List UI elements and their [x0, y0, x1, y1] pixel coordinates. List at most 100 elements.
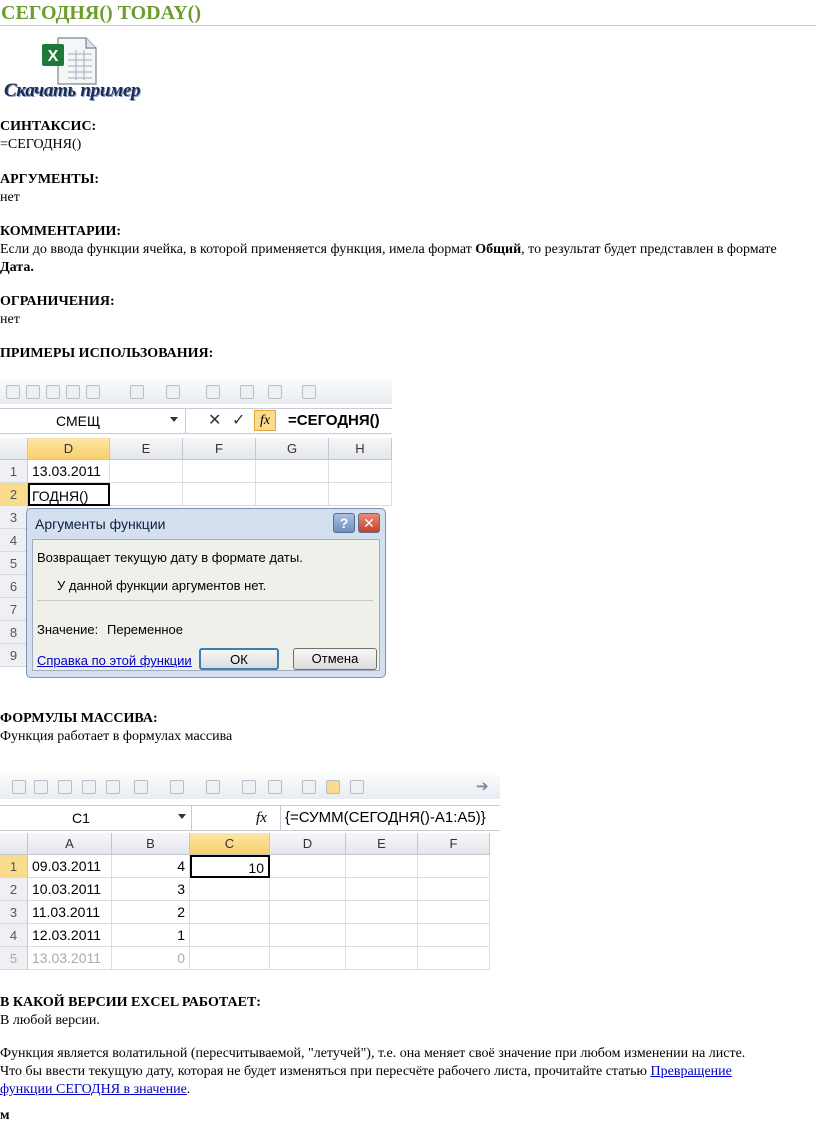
row-header[interactable]: 2 [0, 483, 28, 506]
cell-c1-active[interactable]: 10 [190, 855, 270, 878]
row-header[interactable]: 8 [0, 621, 28, 644]
format-icon[interactable] [268, 780, 282, 794]
cell[interactable] [418, 855, 490, 878]
cell-a[interactable]: 09.03.2011 [28, 855, 112, 878]
download-example-link[interactable]: X Скачать пример [0, 36, 170, 106]
cell-a[interactable]: 10.03.2011 [28, 878, 112, 901]
close-button[interactable]: ✕ [358, 513, 380, 533]
cell[interactable] [256, 460, 329, 483]
select-all-corner[interactable] [0, 833, 28, 855]
cell[interactable] [418, 878, 490, 901]
redo-icon[interactable] [170, 780, 184, 794]
cell[interactable] [270, 901, 346, 924]
cell[interactable] [270, 855, 346, 878]
camera-icon[interactable] [302, 780, 316, 794]
row-header[interactable]: 7 [0, 598, 28, 621]
cell[interactable] [256, 483, 329, 506]
cell[interactable] [190, 924, 270, 947]
cell[interactable] [270, 924, 346, 947]
cell[interactable] [346, 901, 418, 924]
insert-function-icon[interactable]: fx [254, 410, 276, 431]
cell[interactable] [346, 947, 418, 970]
pi-icon[interactable] [206, 385, 220, 399]
column-header[interactable]: H [329, 438, 392, 460]
row-header[interactable]: 4 [0, 924, 28, 947]
cell-b[interactable]: 3 [112, 878, 190, 901]
function-icon[interactable] [240, 385, 254, 399]
open-icon[interactable] [26, 385, 40, 399]
cell-b[interactable]: 2 [112, 901, 190, 924]
insert-function-icon[interactable]: fx [256, 806, 267, 830]
column-header[interactable]: C [190, 833, 270, 855]
cell[interactable] [346, 855, 418, 878]
cancel-button[interactable]: Отмена [293, 648, 377, 670]
cell[interactable] [270, 947, 346, 970]
formula-text[interactable]: {=СУММ(СЕГОДНЯ()-A1:A5)} [280, 806, 500, 830]
print-icon[interactable] [66, 385, 80, 399]
preview-icon[interactable] [106, 780, 120, 794]
function-help-link[interactable]: Справка по этой функции [37, 653, 192, 668]
arrow-right-icon[interactable]: ➔ [476, 777, 489, 795]
enter-icon[interactable]: ✓ [232, 409, 245, 433]
home-icon[interactable] [326, 780, 340, 794]
row-header[interactable]: 9 [0, 644, 28, 667]
undo-icon[interactable] [134, 780, 148, 794]
ok-button[interactable]: ОК [199, 648, 279, 670]
column-header[interactable]: F [183, 438, 256, 460]
help-caption-button[interactable]: ? [333, 513, 355, 533]
cell[interactable] [183, 460, 256, 483]
undo-icon[interactable] [130, 385, 144, 399]
pi-icon[interactable] [206, 780, 220, 794]
column-header[interactable]: A [28, 833, 112, 855]
preview-icon[interactable] [86, 385, 100, 399]
column-header[interactable]: D [28, 438, 110, 460]
column-header[interactable]: E [110, 438, 183, 460]
cell-a[interactable]: 13.03.2011 [28, 947, 112, 970]
save-icon[interactable] [46, 385, 60, 399]
column-header[interactable]: D [270, 833, 346, 855]
function-icon[interactable] [242, 780, 256, 794]
cell[interactable] [110, 460, 183, 483]
format-icon[interactable] [268, 385, 282, 399]
cell-a[interactable]: 11.03.2011 [28, 901, 112, 924]
print-icon[interactable] [82, 780, 96, 794]
cell[interactable] [190, 878, 270, 901]
column-header[interactable]: B [112, 833, 190, 855]
cell[interactable] [110, 483, 183, 506]
cell[interactable] [190, 901, 270, 924]
cell[interactable] [418, 901, 490, 924]
cell-b[interactable]: 1 [112, 924, 190, 947]
table-icon[interactable] [350, 780, 364, 794]
row-header[interactable]: 2 [0, 878, 28, 901]
cell-a[interactable]: 12.03.2011 [28, 924, 112, 947]
name-box-dropdown-icon[interactable] [170, 417, 178, 422]
name-box[interactable]: C1 [0, 806, 192, 830]
cell[interactable] [183, 483, 256, 506]
cell-b[interactable]: 0 [112, 947, 190, 970]
name-box[interactable]: СМЕЩ [0, 409, 186, 433]
download-example-label[interactable]: Скачать пример [4, 80, 140, 102]
cell[interactable] [270, 878, 346, 901]
camera-icon[interactable] [302, 385, 316, 399]
row-header[interactable]: 1 [0, 855, 28, 878]
select-all-corner[interactable] [0, 438, 28, 460]
cell[interactable] [329, 460, 392, 483]
row-header[interactable]: 3 [0, 506, 28, 529]
redo-icon[interactable] [166, 385, 180, 399]
cell[interactable] [190, 947, 270, 970]
row-header[interactable]: 1 [0, 460, 28, 483]
cell-d1[interactable]: 13.03.2011 [28, 460, 110, 483]
cell-b[interactable]: 4 [112, 855, 190, 878]
save-icon[interactable] [58, 780, 72, 794]
row-header[interactable]: 4 [0, 529, 28, 552]
cell[interactable] [346, 878, 418, 901]
column-header[interactable]: G [256, 438, 329, 460]
cell[interactable] [418, 947, 490, 970]
cell[interactable] [418, 924, 490, 947]
column-header[interactable]: E [346, 833, 418, 855]
row-header[interactable]: 3 [0, 901, 28, 924]
new-icon[interactable] [6, 385, 20, 399]
cancel-icon[interactable]: ✕ [208, 409, 221, 433]
formula-text[interactable]: =СЕГОДНЯ() [288, 409, 380, 433]
open-icon[interactable] [34, 780, 48, 794]
